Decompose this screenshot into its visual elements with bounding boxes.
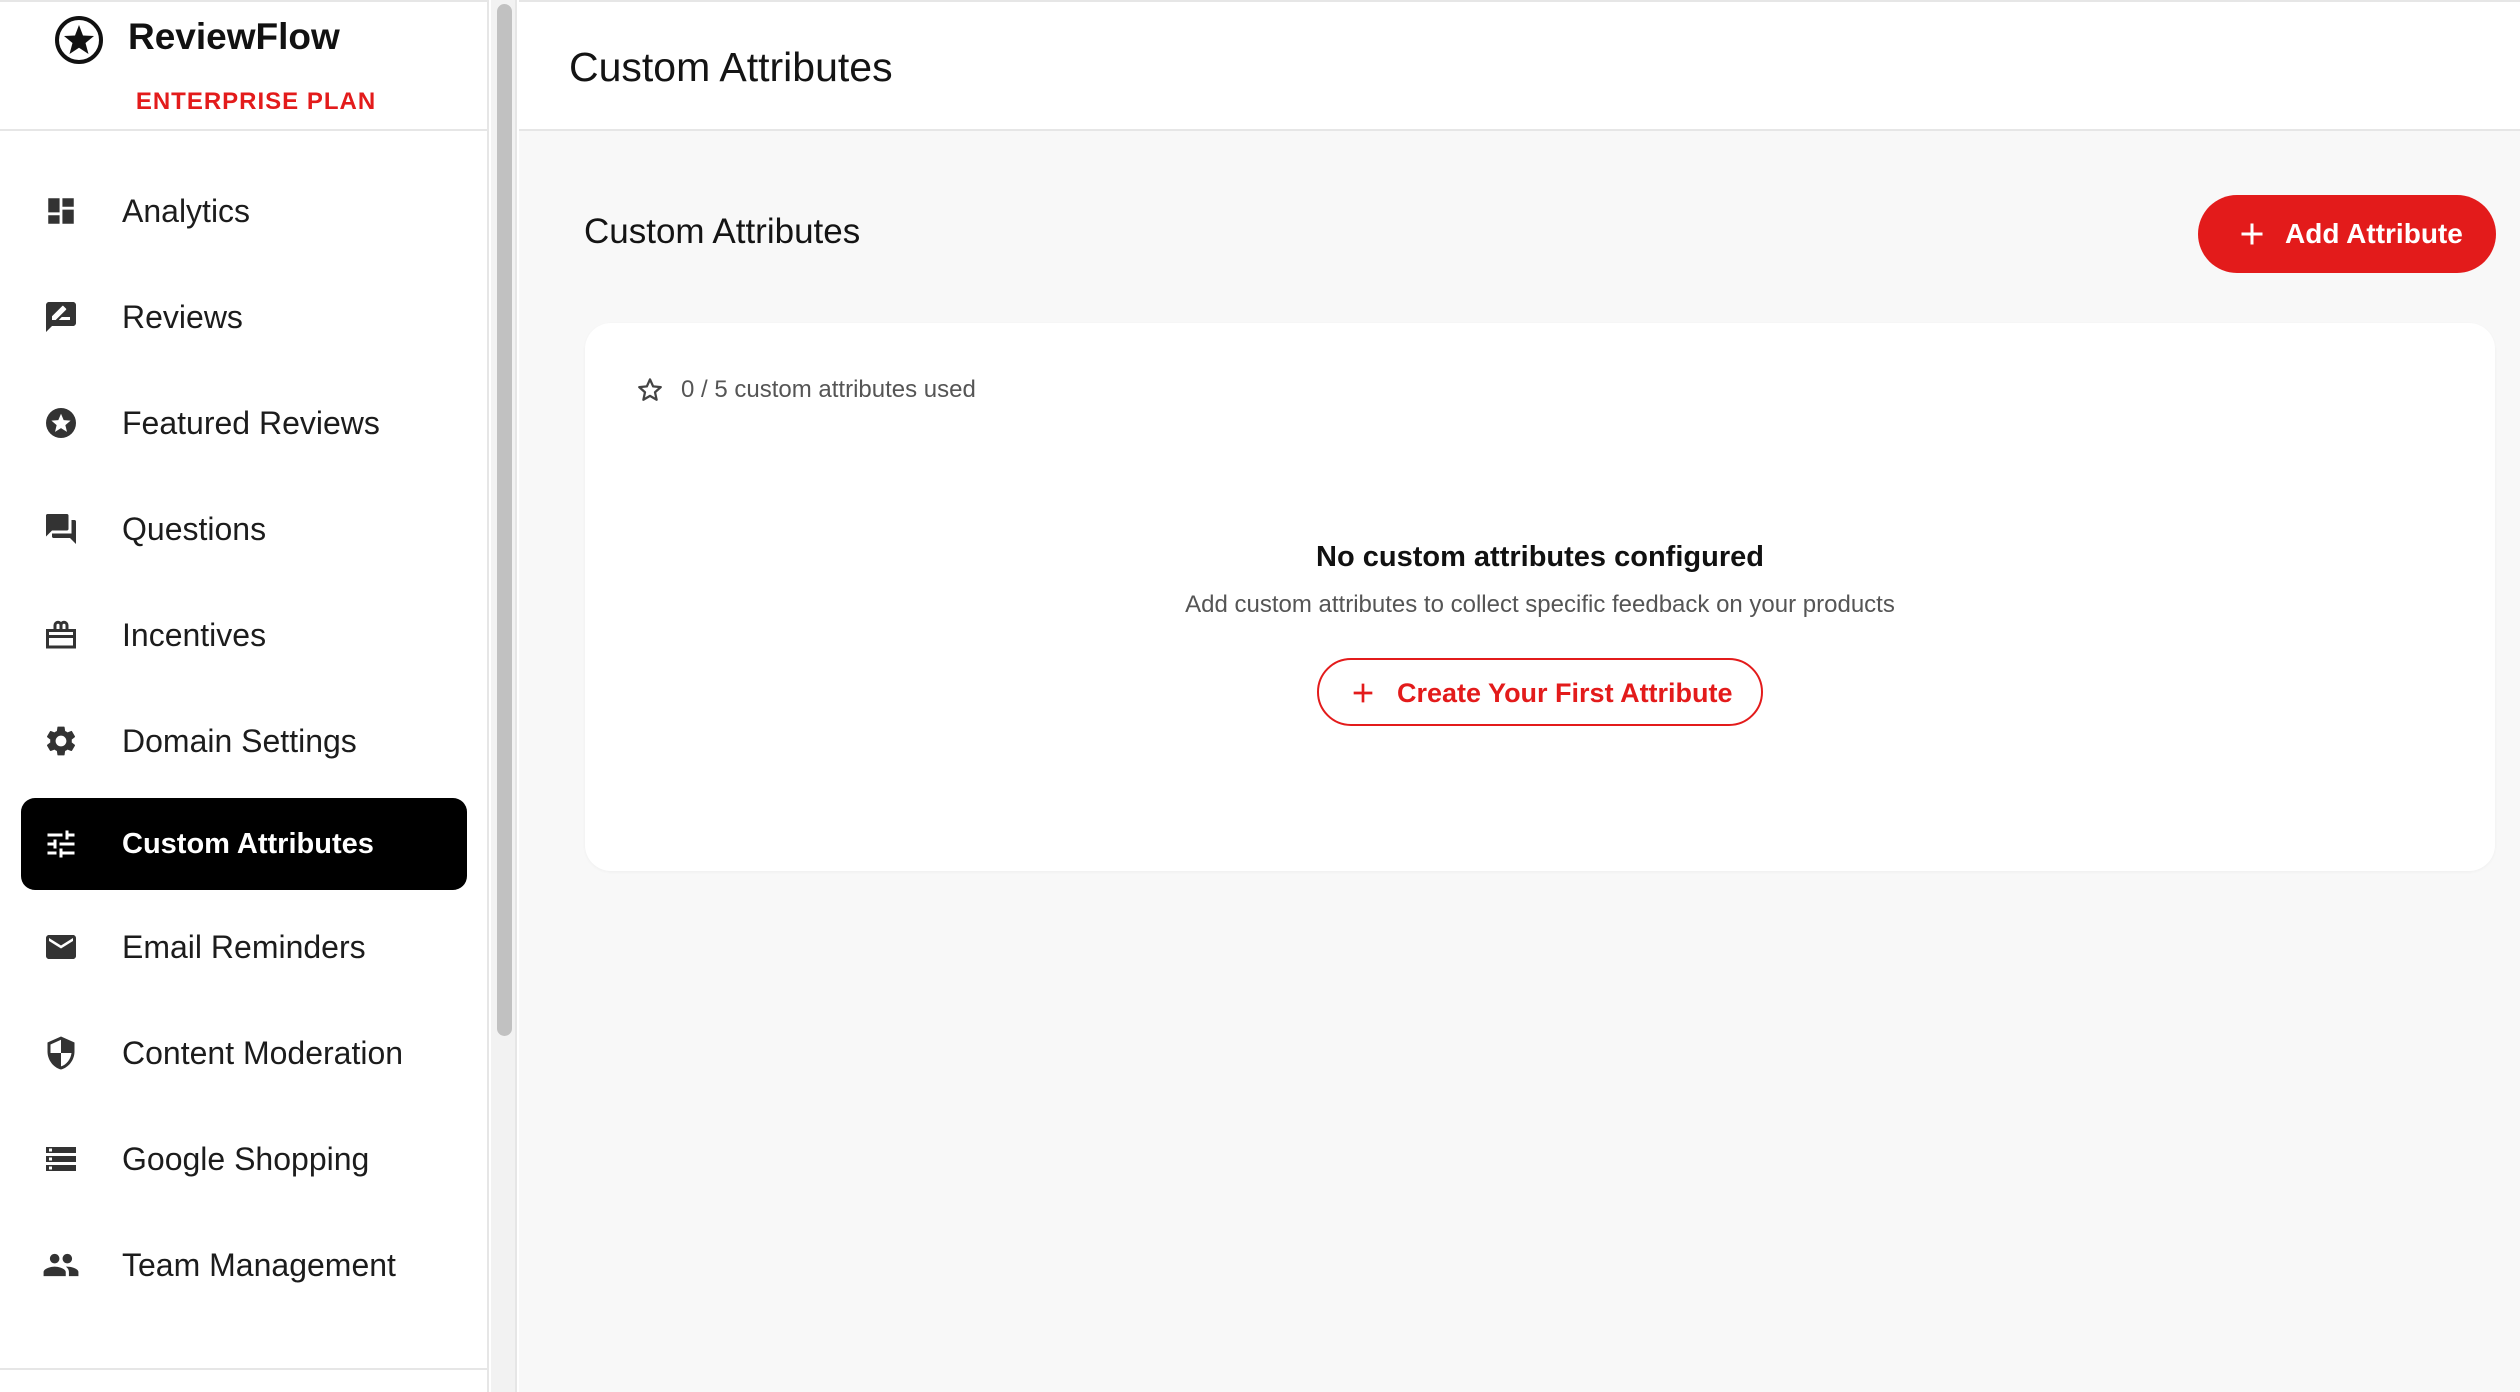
dashboard-icon — [41, 191, 81, 231]
empty-state-title: No custom attributes configured — [1316, 541, 1764, 573]
page-title: Custom Attributes — [569, 44, 893, 90]
sidebar-item-incentives[interactable]: Incentives — [21, 589, 467, 681]
star-circle-icon — [41, 403, 81, 443]
sidebar-item-label: Analytics — [122, 192, 251, 229]
logo-star-icon — [55, 16, 103, 64]
sidebar-divider — [0, 1368, 489, 1370]
rate-review-icon — [41, 297, 81, 337]
sidebar-item-questions[interactable]: Questions — [21, 483, 467, 575]
create-first-attribute-label: Create Your First Attribute — [1397, 678, 1733, 708]
shield-icon — [41, 1033, 81, 1073]
add-attribute-button[interactable]: Add Attribute — [2198, 195, 2496, 273]
sidebar-item-label: Google Shopping — [122, 1140, 370, 1177]
gift-icon — [41, 615, 81, 655]
gear-icon — [41, 721, 81, 761]
page-header: Custom Attributes — [519, 2, 2520, 131]
sidebar-scrollbar-thumb[interactable] — [497, 4, 512, 1036]
forum-icon — [41, 509, 81, 549]
sidebar-item-label: Email Reminders — [122, 928, 366, 965]
storage-list-icon — [41, 1139, 81, 1179]
sidebar-item-label: Featured Reviews — [122, 404, 380, 441]
main-content: Custom Attributes Custom Attributes Add … — [519, 0, 2520, 1392]
plan-badge: ENTERPRISE PLAN — [135, 88, 377, 115]
plus-icon — [2241, 223, 2263, 245]
app-window: ReviewFlow ENTERPRISE PLAN Analytics Rev… — [0, 0, 2520, 1392]
sidebar-item-label: Custom Attributes — [122, 827, 374, 860]
sidebar-item-custom-attributes[interactable]: Custom Attributes — [21, 798, 467, 890]
add-attribute-label: Add Attribute — [2285, 218, 2463, 249]
sidebar-item-label: Content Moderation — [122, 1034, 404, 1071]
star-outline-icon — [638, 378, 662, 401]
brand-name: ReviewFlow — [128, 16, 340, 57]
sidebar-item-domain-settings[interactable]: Domain Settings — [21, 695, 467, 787]
sidebar: ReviewFlow ENTERPRISE PLAN Analytics Rev… — [0, 0, 489, 1392]
sidebar-item-analytics[interactable]: Analytics — [21, 165, 467, 257]
sidebar-item-label: Reviews — [122, 298, 243, 335]
sidebar-item-label: Incentives — [122, 616, 267, 653]
sidebar-item-content-moderation[interactable]: Content Moderation — [21, 1007, 467, 1099]
sidebar-item-google-shopping[interactable]: Google Shopping — [21, 1113, 467, 1205]
sidebar-item-reviews[interactable]: Reviews — [21, 271, 467, 363]
plus-icon — [1353, 683, 1373, 703]
sidebar-item-label: Domain Settings — [122, 722, 357, 759]
brand-header: ReviewFlow ENTERPRISE PLAN — [0, 2, 487, 131]
tune-icon — [41, 824, 81, 864]
usage-indicator: 0 / 5 custom attributes used — [635, 375, 976, 405]
sidebar-item-label: Team Management — [122, 1246, 396, 1283]
people-icon — [41, 1245, 81, 1285]
create-first-attribute-button[interactable]: Create Your First Attribute — [1317, 658, 1763, 726]
section-title: Custom Attributes — [584, 212, 861, 251]
mail-icon — [41, 927, 81, 967]
sidebar-item-label: Questions — [122, 510, 267, 547]
sidebar-item-email-reminders[interactable]: Email Reminders — [21, 901, 467, 993]
sidebar-item-featured-reviews[interactable]: Featured Reviews — [21, 377, 467, 469]
empty-state-description: Add custom attributes to collect specifi… — [1185, 591, 1895, 618]
attributes-card: 0 / 5 custom attributes used No custom a… — [585, 323, 2495, 871]
usage-text: 0 / 5 custom attributes used — [681, 376, 976, 403]
sidebar-item-team-management[interactable]: Team Management — [21, 1219, 467, 1311]
